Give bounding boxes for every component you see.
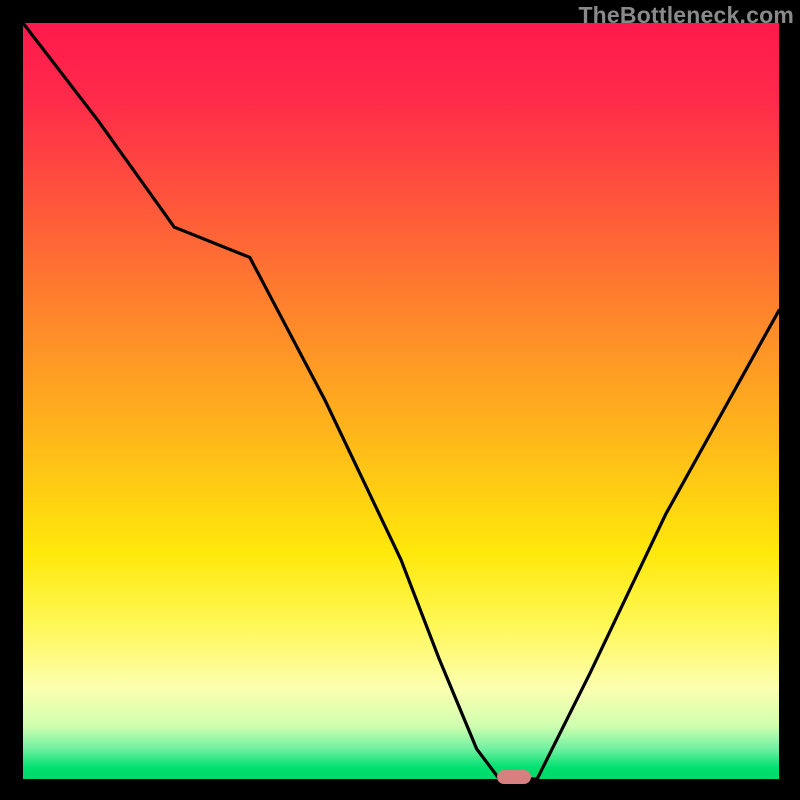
watermark-text: TheBottleneck.com xyxy=(578,2,794,29)
bottleneck-curve xyxy=(23,23,779,779)
bottleneck-chart: TheBottleneck.com xyxy=(0,0,800,800)
curve-path xyxy=(23,23,779,779)
plot-area xyxy=(23,23,779,779)
optimal-marker xyxy=(497,770,531,784)
